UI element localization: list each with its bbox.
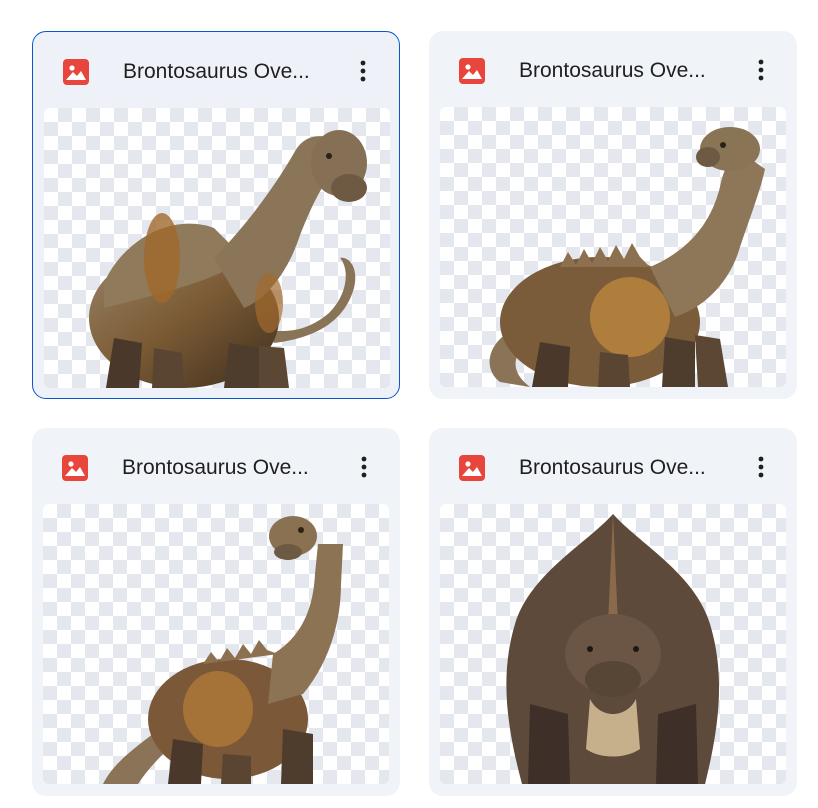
file-card-header: Brontosaurus Ove...: [429, 428, 797, 504]
more-vert-icon: [361, 456, 367, 478]
file-thumbnail[interactable]: [44, 108, 390, 388]
brontosaurus-image: [103, 516, 343, 784]
file-thumbnail[interactable]: [440, 504, 786, 784]
file-grid: Brontosaurus Ove... Brontosaurus Ove... …: [0, 0, 818, 808]
image-icon: [459, 455, 485, 481]
file-name: Brontosaurus Ove...: [123, 60, 310, 83]
file-card[interactable]: Brontosaurus Ove...: [429, 428, 797, 796]
file-name: Brontosaurus Ove...: [519, 59, 706, 82]
file-card[interactable]: Brontosaurus Ove...: [32, 428, 400, 796]
file-name: Brontosaurus Ove...: [519, 456, 706, 479]
file-card-header: Brontosaurus Ove...: [32, 428, 400, 504]
file-thumbnail[interactable]: [440, 107, 786, 387]
more-options-button[interactable]: [349, 54, 377, 88]
more-vert-icon: [360, 60, 366, 82]
more-options-button[interactable]: [747, 450, 775, 484]
more-options-button[interactable]: [747, 53, 775, 87]
more-vert-icon: [758, 59, 764, 81]
file-card-header: Brontosaurus Ove...: [33, 32, 399, 108]
file-card-header: Brontosaurus Ove...: [429, 31, 797, 107]
brontosaurus-image: [506, 514, 720, 784]
image-icon: [62, 455, 88, 481]
file-thumbnail[interactable]: [43, 504, 389, 784]
image-icon: [459, 58, 485, 84]
more-vert-icon: [758, 456, 764, 478]
file-card[interactable]: Brontosaurus Ove...: [32, 31, 400, 399]
file-card[interactable]: Brontosaurus Ove...: [429, 31, 797, 399]
brontosaurus-image: [89, 130, 367, 388]
image-icon: [63, 59, 89, 85]
more-options-button[interactable]: [350, 450, 378, 484]
file-name: Brontosaurus Ove...: [122, 456, 309, 479]
brontosaurus-image: [489, 127, 765, 387]
